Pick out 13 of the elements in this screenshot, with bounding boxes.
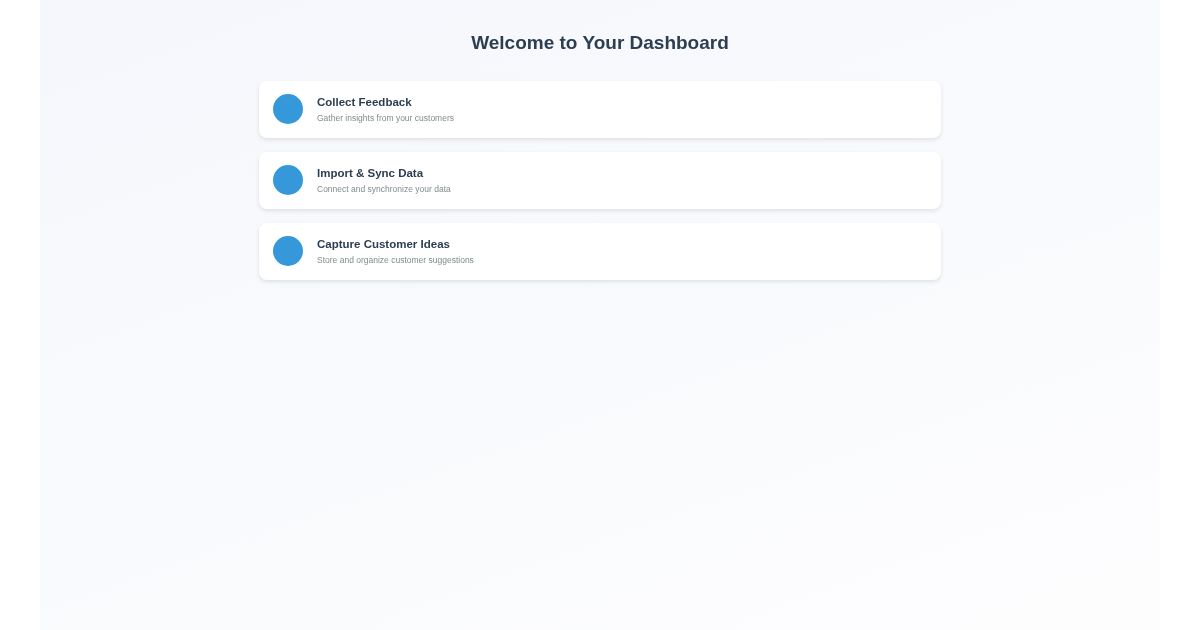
card-title: Capture Customer Ideas [317,237,451,252]
card-title: Import & Sync Data [317,166,425,181]
card-description: Connect and synchronize your data [317,183,451,194]
feature-card[interactable]: Collect Feedback Gather insights from your customers [259,80,941,138]
circle-icon [273,94,303,125]
feature-card[interactable]: Import & Sync Data Connect and synchronize your data [259,151,941,209]
feature-card[interactable]: Capture Customer Ideas Store and organize customer suggestions [259,222,941,280]
page-title: Welcome to Your Dashboard [470,32,730,55]
circle-icon [273,165,303,196]
circle-icon [273,236,303,267]
card-description: Store and organize customer suggestions [317,254,474,265]
card-description: Gather insights from your customers [317,112,454,123]
card-title: Collect Feedback [317,95,413,110]
